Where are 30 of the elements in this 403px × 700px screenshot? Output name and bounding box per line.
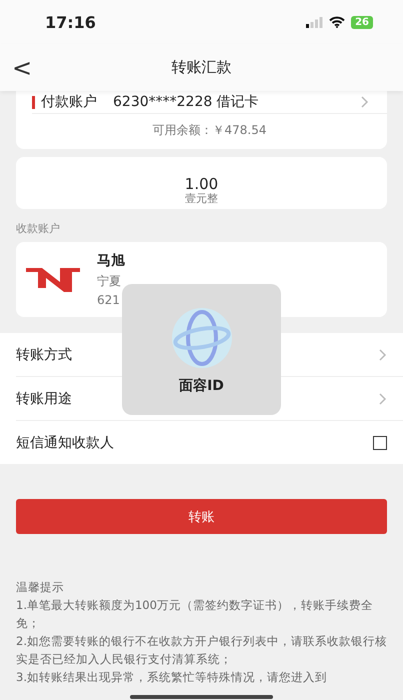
page-title: 转账汇款 <box>172 58 232 77</box>
section-label: 收款账户 <box>15 221 61 237</box>
chevron-icon[interactable] <box>379 348 387 360</box>
signal-icon <box>306 16 324 28</box>
wifi-icon <box>329 16 346 28</box>
face-id-label: 面容ID <box>179 376 224 394</box>
tip-text: 2.如您需要转账的银行不在收款方开户银行列表中，请联系收款银行核实是否已经加入人民银行支付清算系统； <box>16 633 387 668</box>
payer-label: 付款账户 <box>41 93 97 111</box>
battery-level: 26 <box>351 16 373 28</box>
payer-account[interactable]: 6230****2228 借记卡 <box>113 93 355 111</box>
bank-logo-icon <box>26 268 80 292</box>
chevron-icon <box>361 96 369 108</box>
status-time: 17:16 <box>45 12 96 32</box>
tip-text: 3.如转账结果出现异常，系统繁忙等特殊情况，请您进入到 <box>16 669 328 686</box>
amount-in-words: 壹元整 <box>185 192 218 205</box>
payee-bank: 宁夏 <box>97 273 122 290</box>
option-label: 转账用途 <box>16 390 72 408</box>
tip-text: 1.单笔最大转账额度为100万元（需签约数字证书），转账手续费全免； <box>16 597 374 632</box>
transfer-button[interactable]: 转账 <box>16 499 387 534</box>
amount-value: 1.00 <box>184 176 218 192</box>
chevron-icon[interactable] <box>379 392 387 404</box>
option-label: 转账方式 <box>16 346 72 364</box>
option-label: 短信通知收款人 <box>16 434 114 452</box>
payee-name: 马旭 <box>97 252 125 270</box>
available-balance: 可用余额：￥478.54 <box>32 113 387 149</box>
payee-account: 621 <box>97 293 121 307</box>
checkbox[interactable] <box>373 436 387 450</box>
accent-bar <box>32 96 35 108</box>
back-button[interactable]: < <box>12 54 32 82</box>
tips-title: 温馨提示 <box>16 579 65 596</box>
